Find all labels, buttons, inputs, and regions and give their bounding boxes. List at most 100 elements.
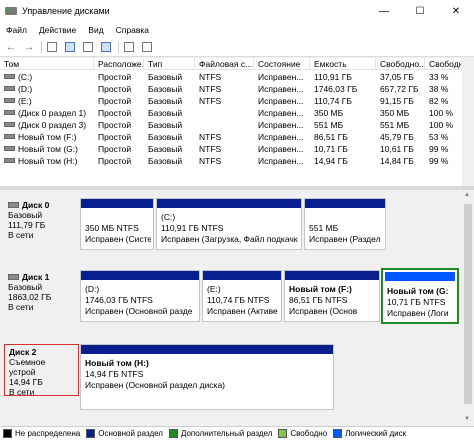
cell-text: Исправен... [258, 156, 304, 166]
column-capacity[interactable]: Емкость [310, 58, 376, 70]
table-row[interactable]: (D:) Простой Базовый NTFS Исправен... 1746,03… [0, 83, 462, 95]
cell-text: 82 % [429, 96, 449, 106]
partition-d[interactable]: (D:) 1746,03 ГБ NTFS Исправен (Основной … [80, 270, 200, 322]
table-row[interactable]: Новый том (G:) Простой Базовый NTFS Исправен… [0, 143, 462, 155]
cell-text: 350 МБ [314, 108, 344, 118]
cell-text: Базовый [148, 120, 183, 130]
disk-type: Базовый [8, 210, 43, 220]
cell-text: 10,61 ГБ [380, 144, 414, 154]
column-free-percent[interactable]: Свободно % [425, 58, 462, 70]
table-cell: (C:) [0, 71, 94, 83]
hard-disk-icon [8, 273, 19, 280]
cell-text: 110,74 ГБ [314, 96, 352, 106]
table-row[interactable]: (Диск 0 раздел 1) Простой Базовый Исправен.… [0, 107, 462, 119]
table-cell: Простой [94, 71, 144, 83]
cell-text: (Диск 0 раздел 1) [18, 108, 87, 118]
legend-label: Дополнительный раздел [180, 429, 273, 438]
legend-swatch [168, 429, 178, 438]
cell-text: Базовый [148, 144, 183, 154]
table-row[interactable]: Новый том (H:) Простой Базовый NTFS Исправен… [0, 155, 462, 167]
table-cell: Исправен... [254, 71, 310, 83]
partition-g-extended[interactable]: Новый том (G: 10,71 ГБ NTFS Исправен (Ло… [381, 268, 459, 324]
primary-partition-bar [157, 199, 301, 208]
maximize-button[interactable]: ☐ [402, 0, 438, 22]
partition-size: 14,94 ГБ NTFS [85, 369, 144, 379]
forward-arrow-icon[interactable]: → [22, 40, 36, 54]
column-filesystem[interactable]: Файловая с... [195, 58, 254, 70]
table-cell: 37,05 ГБ [376, 71, 425, 83]
scroll-down-icon[interactable]: ▼ [464, 416, 470, 422]
column-volume[interactable]: Том [0, 58, 94, 70]
partition-disk0-recovery[interactable]: 551 МБ Исправен (Раздел [304, 198, 386, 250]
checklist-icon[interactable] [122, 40, 136, 54]
disk-2-label[interactable]: Диск 2 Съемное устрой 14,94 ГБ В сети [4, 344, 79, 397]
column-free-space[interactable]: Свободно... [376, 58, 425, 70]
partition-status: Исправен (Загрузка, Файл подкачк [161, 234, 298, 244]
table-cell: 110,74 ГБ [310, 95, 376, 107]
cell-text: 53 % [429, 132, 449, 142]
hard-disk-icon [8, 201, 19, 208]
disk-status: В сети [9, 387, 35, 397]
partition-status: Исправен (Основной разде [85, 306, 193, 316]
primary-partition-bar [305, 199, 385, 208]
partition-size: 10,71 ГБ NTFS [387, 297, 446, 307]
table-cell: 33 % [425, 71, 462, 83]
partition-status: Исправен (Основ [289, 306, 358, 316]
partition-e[interactable]: (E:) 110,74 ГБ NTFS Исправен (Активе [202, 270, 282, 322]
table-cell: 551 МБ [310, 119, 376, 131]
column-type[interactable]: Тип [144, 58, 195, 70]
menu-action[interactable]: Действие [33, 25, 82, 35]
table-cell: Исправен... [254, 143, 310, 155]
cell-text: Простой [98, 72, 132, 82]
disk-0-label[interactable]: Диск 0 Базовый 111,79 ГБ В сети [4, 198, 79, 250]
cell-text: Новый том (G:) [18, 144, 78, 154]
menu-help[interactable]: Справка [110, 25, 155, 35]
cell-text: Базовый [148, 96, 183, 106]
partition-f[interactable]: Новый том (F:) 86,51 ГБ NTFS Исправен (О… [284, 270, 380, 322]
menu-view[interactable]: Вид [82, 25, 109, 35]
partition-title: (D:) [85, 284, 100, 294]
partition-h[interactable]: Новый том (H:) 14,94 ГБ NTFS Исправен (О… [80, 344, 334, 410]
console-tree-icon[interactable] [45, 40, 59, 54]
table-cell: Базовый [144, 155, 195, 167]
table-cell [195, 119, 254, 131]
minimize-button[interactable]: — [366, 0, 402, 22]
cell-text: Простой [98, 84, 132, 94]
volume-list-scrollbar[interactable] [462, 58, 474, 186]
volume-icon [4, 74, 15, 80]
properties-icon[interactable] [63, 40, 77, 54]
partition-disk0-system[interactable]: 350 МБ NTFS Исправен (Систе [80, 198, 154, 250]
menu-file[interactable]: Файл [0, 25, 33, 35]
cell-text: Базовый [148, 84, 183, 94]
legend-swatch [3, 429, 12, 438]
cell-text: 100 % [429, 120, 454, 130]
disk-graphical-view: Диск 0 Базовый 111,79 ГБ В сети 350 МБ N… [0, 190, 462, 426]
table-row[interactable]: Новый том (F:) Простой Базовый NTFS Исправен… [0, 131, 462, 143]
scrollbar-thumb[interactable] [464, 204, 472, 404]
column-status[interactable]: Состояние [254, 58, 310, 70]
table-cell: 551 МБ [376, 119, 425, 131]
show-hide-pane-icon[interactable] [99, 40, 113, 54]
table-cell: NTFS [195, 143, 254, 155]
table-cell: 350 МБ [376, 107, 425, 119]
primary-partition-bar [81, 345, 333, 354]
table-row[interactable]: (C:) Простой Базовый NTFS Исправен... 110,91 … [0, 71, 462, 83]
partition-c[interactable]: (C:) 110,91 ГБ NTFS Исправен (Загрузка, … [156, 198, 302, 250]
column-layout[interactable]: Расположе... [94, 58, 144, 70]
close-button[interactable]: ✕ [438, 0, 474, 22]
scroll-up-icon[interactable]: ▲ [464, 192, 470, 198]
cell-text: (C:) [18, 72, 33, 82]
cell-text: Новый том (F:) [18, 132, 77, 142]
cell-text: 14,84 ГБ [380, 156, 414, 166]
table-cell: (Диск 0 раздел 3) [0, 119, 94, 131]
table-row[interactable]: (Диск 0 раздел 3) Простой Базовый Исправен.… [0, 119, 462, 131]
disk-type: Съемное устрой [9, 357, 46, 377]
table-cell: Базовый [144, 95, 195, 107]
view-icon[interactable] [140, 40, 154, 54]
table-row[interactable]: (E:) Простой Базовый NTFS Исправен... 110,74 … [0, 95, 462, 107]
disk-1-label[interactable]: Диск 1 Базовый 1863,02 ГБ В сети [4, 270, 79, 322]
volume-icon [4, 146, 15, 152]
table-cell: Исправен... [254, 107, 310, 119]
help-icon[interactable] [81, 40, 95, 54]
back-arrow-icon[interactable]: ← [4, 40, 18, 54]
